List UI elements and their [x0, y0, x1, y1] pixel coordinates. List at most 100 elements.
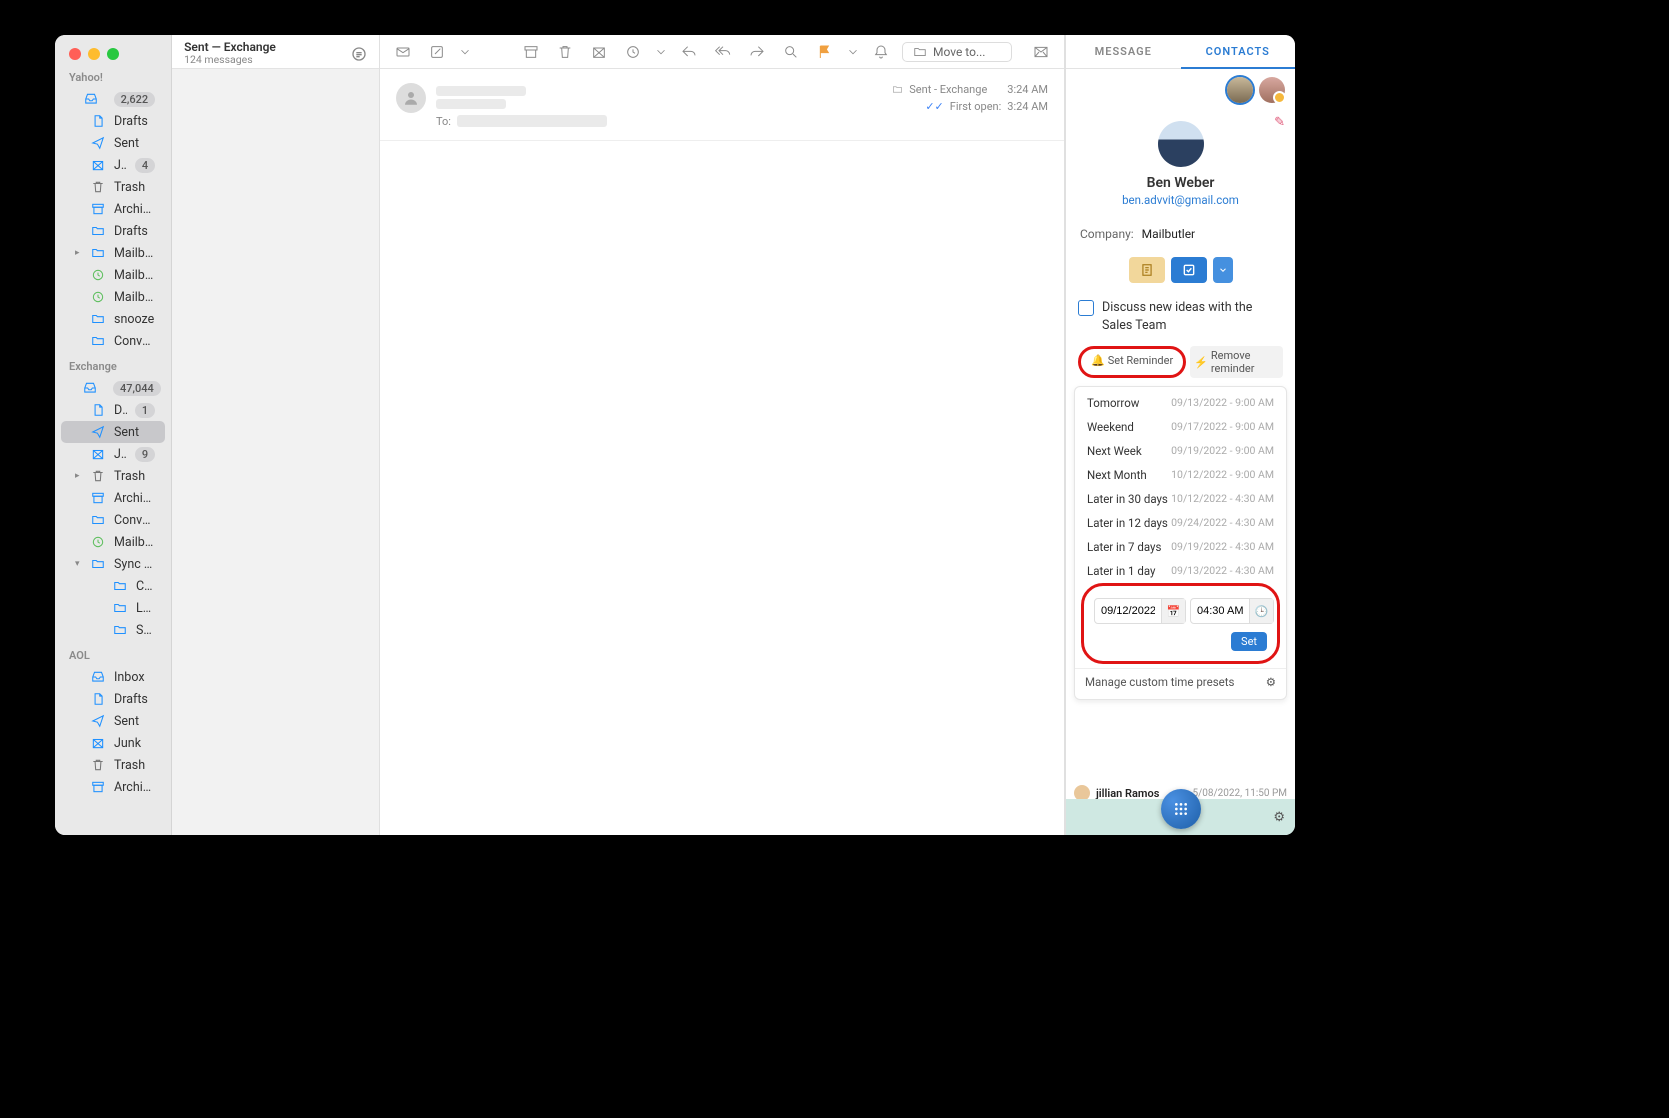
preset-later-in-7-days[interactable]: Later in 7 days09/19/2022 - 4:30 AM	[1075, 535, 1286, 559]
preset-weekend[interactable]: Weekend09/17/2022 - 9:00 AM	[1075, 415, 1286, 439]
sidebar-item-inbox[interactable]: Inbox2,622	[61, 88, 165, 110]
sidebar-item-inbox[interactable]: Inbox47,044	[61, 377, 165, 399]
task-checkbox[interactable]	[1078, 300, 1094, 316]
gear-icon[interactable]: ⚙	[1266, 675, 1276, 689]
date-field[interactable]: 📅	[1094, 598, 1186, 624]
sidebar-item-trash[interactable]: Trash	[61, 176, 165, 198]
remove-reminder-button[interactable]: ⚡ Remove reminder	[1190, 346, 1283, 378]
zoom-window[interactable]	[107, 48, 119, 60]
settings-gear-icon[interactable]: ⚙	[1273, 810, 1285, 825]
tasks-dropdown[interactable]	[1213, 257, 1233, 283]
sidebar-item-drafts[interactable]: Drafts	[61, 220, 165, 242]
edit-contact-icon[interactable]: ✎	[1274, 115, 1285, 130]
clock-icon[interactable]: 🕒	[1249, 599, 1273, 623]
calendar-icon[interactable]: 📅	[1161, 599, 1185, 623]
subject-redacted	[436, 99, 506, 109]
delete-icon[interactable]	[552, 40, 578, 64]
reply-icon[interactable]	[676, 40, 702, 64]
bell-icon[interactable]	[868, 40, 894, 64]
sidebar-item-conversation-history[interactable]: Conversation History	[61, 330, 165, 352]
sidebar-item-server-failures[interactable]: Server Failures	[61, 619, 165, 641]
sidebar-item-conflicts[interactable]: Conflicts	[61, 575, 165, 597]
sidebar-item-drafts[interactable]: Drafts1	[61, 399, 165, 421]
sidebar-item-sent[interactable]: Sent	[61, 421, 165, 443]
apps-fab[interactable]	[1161, 789, 1201, 829]
sidebar-item-drafts[interactable]: Drafts	[61, 688, 165, 710]
bell-small-icon: 🔔	[1091, 354, 1105, 367]
message-folder: Sent - Exchange	[909, 83, 987, 96]
tasks-button[interactable]	[1171, 257, 1207, 283]
compose-dropdown-icon[interactable]	[458, 40, 472, 64]
time-field[interactable]: 🕒	[1190, 598, 1274, 624]
set-button[interactable]: Set	[1231, 632, 1267, 651]
contact-thumb-1[interactable]	[1227, 77, 1253, 103]
sidebar-item-junk[interactable]: Junk	[61, 732, 165, 754]
preset-later-in-1-day[interactable]: Later in 1 day09/13/2022 - 4:30 AM	[1075, 559, 1286, 583]
sidebar-item-archive[interactable]: Archive	[61, 198, 165, 220]
sidebar-item-sync-issues[interactable]: ▾Sync Issues	[61, 553, 165, 575]
date-input[interactable]	[1095, 605, 1161, 617]
read-receipt-icon: ✓✓	[925, 100, 943, 113]
mailbutler-logo-icon[interactable]	[1028, 40, 1054, 64]
notes-button[interactable]	[1129, 257, 1165, 283]
reminder-buttons: 🔔 Set Reminder ⚡ Remove reminder	[1066, 340, 1295, 384]
junk-icon[interactable]	[586, 40, 612, 64]
message-time: 3:24 AM	[1007, 83, 1048, 96]
tab-message[interactable]: MESSAGE	[1066, 35, 1181, 68]
reply-all-icon[interactable]	[710, 40, 736, 64]
sidebar-item-drafts[interactable]: Drafts	[61, 110, 165, 132]
minimize-window[interactable]	[88, 48, 100, 60]
list-subtitle: 124 messages	[184, 54, 276, 66]
sidebar-item-sent[interactable]: Sent	[61, 710, 165, 732]
set-reminder-button[interactable]: 🔔 Set Reminder	[1087, 351, 1177, 370]
flag-dropdown-icon[interactable]	[846, 40, 860, 64]
preset-later-in-12-days[interactable]: Later in 12 days09/24/2022 - 4:30 AM	[1075, 511, 1286, 535]
sidebar-item-conversation-history[interactable]: Conversation History	[61, 509, 165, 531]
sidebar-item-trash[interactable]: ▸Trash	[61, 465, 165, 487]
sidebar-item-mailbutler---snoozed[interactable]: Mailbutler - Snoozed	[61, 286, 165, 308]
snooze-icon[interactable]	[620, 40, 646, 64]
sidebar-item-mailbutler---scheduled[interactable]: Mailbutler - Scheduled	[61, 531, 165, 553]
sidebar-item-archive[interactable]: Archive	[61, 487, 165, 509]
message-header: To: Sent - Exchange 3:24 AM ✓✓ First ope…	[380, 69, 1064, 141]
sidebar-item-snooze[interactable]: snooze	[61, 308, 165, 330]
preset-tomorrow[interactable]: Tomorrow09/13/2022 - 9:00 AM	[1075, 391, 1286, 415]
flag-icon[interactable]	[812, 40, 838, 64]
archive-icon[interactable]	[518, 40, 544, 64]
sidebar-item-inbox[interactable]: Inbox	[61, 666, 165, 688]
contact-thumbnails	[1066, 69, 1295, 111]
tab-contacts[interactable]: CONTACTS	[1181, 35, 1296, 69]
contact-email[interactable]: ben.advvit@gmail.com	[1078, 193, 1283, 207]
contact-thumb-2[interactable]	[1259, 77, 1285, 103]
preset-next-week[interactable]: Next Week09/19/2022 - 9:00 AM	[1075, 439, 1286, 463]
recent-name: jillian Ramos	[1096, 787, 1159, 800]
window-controls	[55, 41, 172, 63]
company-label: Company:	[1080, 227, 1134, 241]
manage-presets-row[interactable]: Manage custom time presets ⚙	[1075, 668, 1286, 695]
snooze-dropdown-icon[interactable]	[654, 40, 668, 64]
sidebar-item-mailbutler---scheduled[interactable]: Mailbutler - Scheduled	[61, 264, 165, 286]
sidebar-item-mailbutler[interactable]: ▸Mailbutler	[61, 242, 165, 264]
sidebar-item-sent[interactable]: Sent	[61, 132, 165, 154]
new-mail-icon[interactable]	[390, 40, 416, 64]
compose-icon[interactable]	[424, 40, 450, 64]
message-list-pane: Sent — Exchange 124 messages	[172, 35, 380, 835]
company-row: Company: Mailbutler	[1066, 219, 1295, 249]
sidebar-account-header: AOL	[55, 641, 171, 666]
preset-next-month[interactable]: Next Month10/12/2022 - 9:00 AM	[1075, 463, 1286, 487]
first-open-time: 3:24 AM	[1007, 100, 1048, 113]
message-body	[380, 141, 1064, 835]
company-value: Mailbutler	[1142, 227, 1195, 241]
sidebar-item-junk[interactable]: Junk9	[61, 443, 165, 465]
preset-later-in-30-days[interactable]: Later in 30 days10/12/2022 - 4:30 AM	[1075, 487, 1286, 511]
move-to-button[interactable]: Move to...	[902, 42, 1012, 62]
sidebar-item-local-failures[interactable]: Local Failures	[61, 597, 165, 619]
sidebar-item-junk[interactable]: Junk4	[61, 154, 165, 176]
time-input[interactable]	[1191, 605, 1249, 617]
close-window[interactable]	[69, 48, 81, 60]
search-icon[interactable]	[778, 40, 804, 64]
sidebar-item-archive[interactable]: Archive	[61, 776, 165, 798]
sidebar-item-trash[interactable]: Trash	[61, 754, 165, 776]
list-filter-button[interactable]	[351, 46, 367, 62]
forward-icon[interactable]	[744, 40, 770, 64]
